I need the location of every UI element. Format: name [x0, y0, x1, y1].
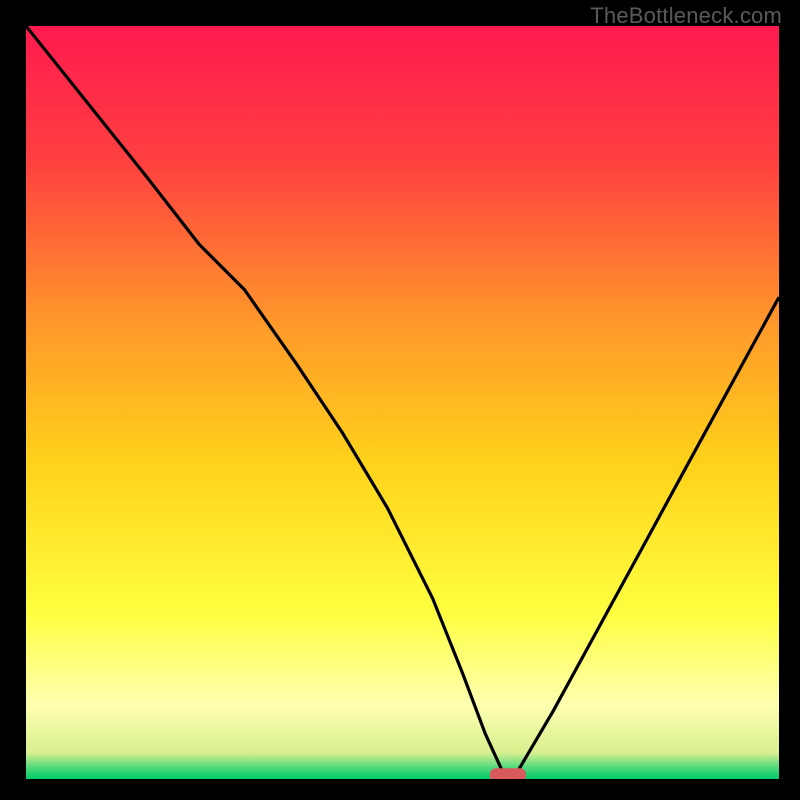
chart-stage: TheBottleneck.com — [0, 0, 800, 800]
plot-area — [26, 26, 779, 779]
optimum-marker — [490, 768, 526, 779]
marker-layer — [26, 26, 779, 779]
